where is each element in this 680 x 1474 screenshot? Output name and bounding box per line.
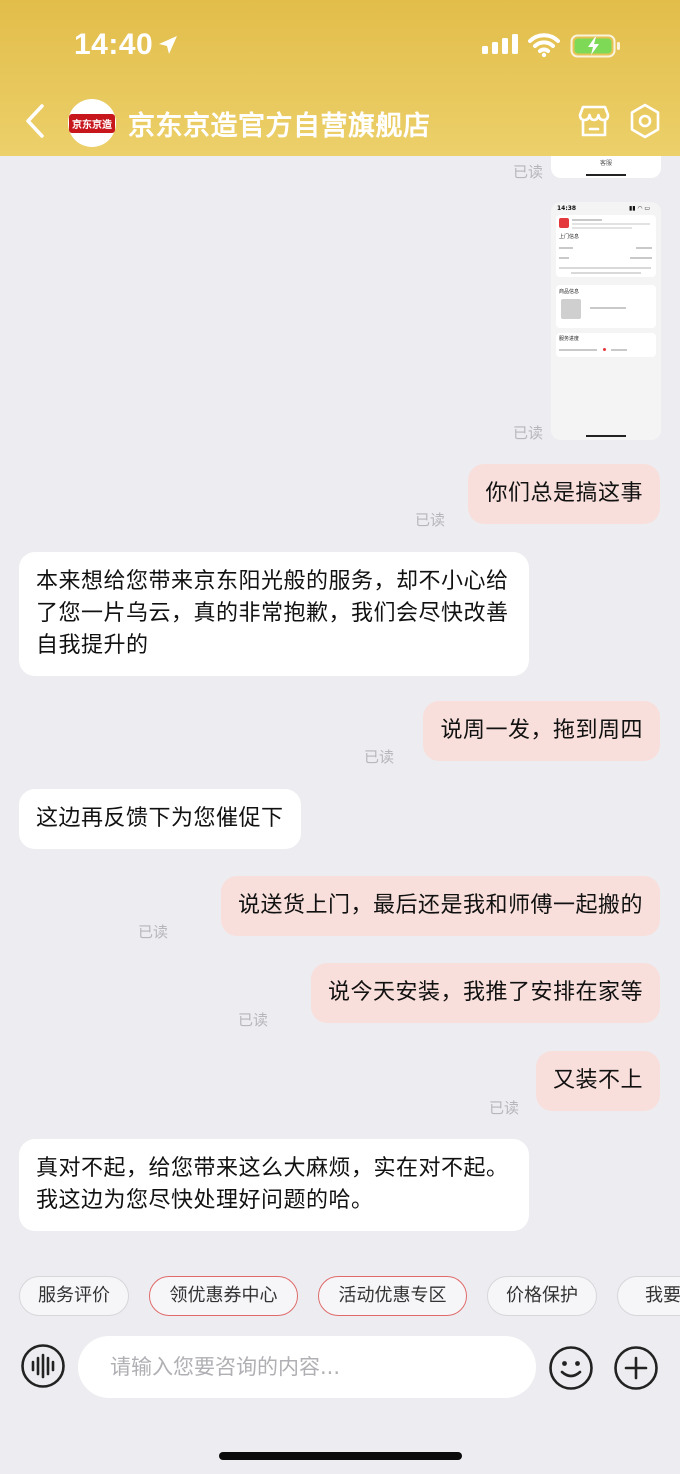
voice-input-icon[interactable] <box>20 1343 66 1389</box>
read-receipt: 已读 <box>364 748 395 766</box>
image-message-partial[interactable]: 客服 <box>551 156 661 178</box>
preview-section-title: 商品信息 <box>559 289 580 295</box>
read-receipt: 已读 <box>238 1011 269 1029</box>
read-receipt: 已读 <box>513 163 544 181</box>
store-icon[interactable] <box>576 103 612 139</box>
preview-product-image <box>561 299 581 319</box>
outgoing-message[interactable]: 又装不上 <box>535 1051 660 1111</box>
read-receipt: 已读 <box>138 923 169 941</box>
home-indicator[interactable] <box>219 1452 462 1460</box>
quick-action-coupon-center[interactable]: 领优惠券中心 <box>149 1276 298 1316</box>
incoming-message[interactable]: 真对不起，给您带来这么大麻烦，实在对不起。我这边为您尽快处理好问题的哈。 <box>19 1139 529 1231</box>
read-receipt: 已读 <box>415 511 446 529</box>
preview-service-card: 上门信息 <box>556 215 656 277</box>
back-chevron-icon[interactable] <box>22 102 48 140</box>
wifi-icon <box>528 33 560 58</box>
quick-action-service-review[interactable]: 服务评价 <box>19 1276 129 1316</box>
preview-store-logo <box>559 218 569 228</box>
read-receipt: 已读 <box>489 1099 520 1117</box>
read-receipt: 已读 <box>513 424 544 442</box>
outgoing-message[interactable]: 说送货上门，最后还是我和师傅一起搬的 <box>220 876 660 936</box>
preview-home-bar <box>586 435 626 437</box>
incoming-message[interactable]: 这边再反馈下为您催促下 <box>19 789 301 849</box>
shop-title: 京东京造官方自营旗舰店 <box>128 111 431 142</box>
outgoing-message[interactable]: 说周一发，拖到周四 <box>423 701 660 761</box>
emoji-icon[interactable] <box>548 1345 594 1391</box>
chat-header: 14:40 京东京造 京东京造官方自营旗舰店 <box>0 0 680 156</box>
settings-gear-icon[interactable] <box>628 103 662 139</box>
preview-progress-card: 服务进度 <box>556 333 656 357</box>
message-input[interactable]: 请输入您要咨询的内容... <box>78 1336 536 1398</box>
outgoing-message[interactable]: 你们总是搞这事 <box>468 464 660 524</box>
preview-product-card: 商品信息 <box>556 285 656 328</box>
outgoing-message[interactable]: 说今天安装，我推了安排在家等 <box>310 963 660 1023</box>
preview-status-icons: ▮▮ ◠ ▭ <box>629 205 651 212</box>
preview-home-bar <box>586 174 626 176</box>
preview-status-time: 14:38 <box>557 205 577 212</box>
add-more-icon[interactable] <box>613 1345 659 1391</box>
quick-action-urge[interactable]: 我要催 <box>617 1276 680 1316</box>
location-arrow-icon <box>159 36 177 54</box>
preview-section-title: 服务进度 <box>559 336 580 342</box>
shop-logo: 京东京造 <box>69 113 115 133</box>
shop-avatar[interactable]: 京东京造 <box>68 99 116 147</box>
screenshot-image-message[interactable]: 14:38 ▮▮ ◠ ▭ 上门信息 商品信息 服务进度 <box>551 202 661 440</box>
battery-charging-icon <box>570 34 620 58</box>
preview-tab-label: 客服 <box>600 160 613 167</box>
status-time: 14:40 <box>74 28 154 61</box>
incoming-message[interactable]: 本来想给您带来京东阳光般的服务，却不小心给了您一片乌云，真的非常抱歉，我们会尽快… <box>19 552 529 676</box>
quick-actions-bar: 服务评价 领优惠券中心 活动优惠专区 价格保护 我要催 <box>0 1274 680 1318</box>
preview-section-title: 上门信息 <box>559 234 580 240</box>
quick-action-price-protection[interactable]: 价格保护 <box>487 1276 597 1316</box>
cellular-signal-icon <box>482 34 518 54</box>
quick-action-promotions[interactable]: 活动优惠专区 <box>318 1276 467 1316</box>
